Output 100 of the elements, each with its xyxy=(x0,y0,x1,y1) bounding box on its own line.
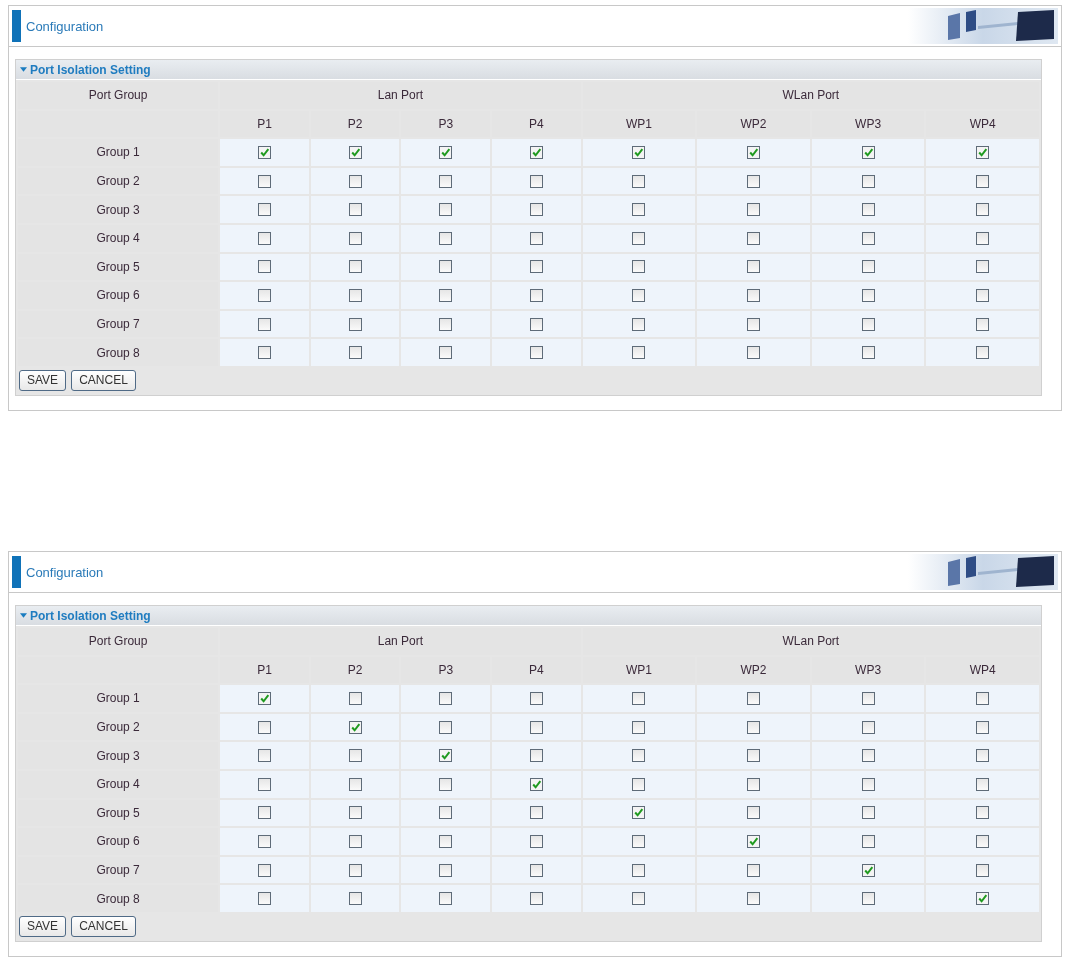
checkbox[interactable] xyxy=(976,720,990,734)
checkbox[interactable] xyxy=(258,146,271,159)
checkbox[interactable] xyxy=(632,692,646,705)
checkbox[interactable] xyxy=(747,146,760,159)
checkbox[interactable] xyxy=(861,146,875,159)
checkbox[interactable] xyxy=(439,346,453,360)
checkbox[interactable] xyxy=(258,863,271,877)
checkbox[interactable] xyxy=(529,777,543,791)
checkbox[interactable] xyxy=(439,834,453,848)
checkbox[interactable] xyxy=(348,834,362,848)
checkbox[interactable] xyxy=(439,146,453,159)
checkbox[interactable] xyxy=(258,203,271,217)
checkbox[interactable] xyxy=(632,777,646,791)
checkbox[interactable] xyxy=(861,720,875,734)
checkbox[interactable] xyxy=(439,317,453,331)
checkbox[interactable] xyxy=(258,806,271,820)
checkbox[interactable] xyxy=(747,346,760,360)
checkbox[interactable] xyxy=(747,203,760,217)
checkbox[interactable] xyxy=(747,692,760,705)
checkbox[interactable] xyxy=(529,720,543,734)
checkbox[interactable] xyxy=(258,317,271,331)
checkbox[interactable] xyxy=(861,317,875,331)
checkbox[interactable] xyxy=(976,346,990,360)
checkbox[interactable] xyxy=(976,260,990,274)
checkbox[interactable] xyxy=(348,288,362,302)
checkbox[interactable] xyxy=(439,749,453,763)
checkbox[interactable] xyxy=(258,288,271,302)
checkbox[interactable] xyxy=(348,806,362,820)
checkbox[interactable] xyxy=(861,231,875,245)
checkbox[interactable] xyxy=(258,174,271,188)
checkbox[interactable] xyxy=(632,892,646,906)
checkbox[interactable] xyxy=(861,203,875,217)
form-button[interactable]: SAVE xyxy=(19,915,67,937)
checkbox[interactable] xyxy=(861,260,875,274)
checkbox[interactable] xyxy=(529,288,543,302)
checkbox[interactable] xyxy=(529,317,543,331)
checkbox[interactable] xyxy=(861,892,875,906)
checkbox[interactable] xyxy=(632,231,646,245)
form-button[interactable]: SAVE xyxy=(19,369,67,391)
checkbox[interactable] xyxy=(747,863,760,877)
checkbox[interactable] xyxy=(258,260,271,274)
checkbox[interactable] xyxy=(348,749,362,763)
checkbox[interactable] xyxy=(348,174,362,188)
checkbox[interactable] xyxy=(976,288,990,302)
checkbox[interactable] xyxy=(747,288,760,302)
checkbox[interactable] xyxy=(632,749,646,763)
checkbox[interactable] xyxy=(976,146,990,159)
checkbox[interactable] xyxy=(439,288,453,302)
checkbox[interactable] xyxy=(861,834,875,848)
checkbox[interactable] xyxy=(747,834,760,848)
checkbox[interactable] xyxy=(861,174,875,188)
checkbox[interactable] xyxy=(976,863,990,877)
checkbox[interactable] xyxy=(632,317,646,331)
checkbox[interactable] xyxy=(976,203,990,217)
checkbox[interactable] xyxy=(976,749,990,763)
checkbox[interactable] xyxy=(348,203,362,217)
checkbox[interactable] xyxy=(976,806,990,820)
checkbox[interactable] xyxy=(861,749,875,763)
checkbox[interactable] xyxy=(439,692,453,705)
checkbox[interactable] xyxy=(439,260,453,274)
checkbox[interactable] xyxy=(348,146,362,159)
checkbox[interactable] xyxy=(632,720,646,734)
checkbox[interactable] xyxy=(258,892,271,906)
checkbox[interactable] xyxy=(747,174,760,188)
checkbox[interactable] xyxy=(632,863,646,877)
checkbox[interactable] xyxy=(348,231,362,245)
checkbox[interactable] xyxy=(632,260,646,274)
checkbox[interactable] xyxy=(529,749,543,763)
checkbox[interactable] xyxy=(529,146,543,159)
checkbox[interactable] xyxy=(976,317,990,331)
checkbox[interactable] xyxy=(439,892,453,906)
checkbox[interactable] xyxy=(348,317,362,331)
checkbox[interactable] xyxy=(632,203,646,217)
checkbox[interactable] xyxy=(632,346,646,360)
form-button[interactable]: CANCEL xyxy=(71,369,136,391)
checkbox[interactable] xyxy=(976,777,990,791)
checkbox[interactable] xyxy=(529,231,543,245)
checkbox[interactable] xyxy=(747,806,760,820)
checkbox[interactable] xyxy=(632,806,646,820)
checkbox[interactable] xyxy=(747,231,760,245)
checkbox[interactable] xyxy=(348,892,362,906)
checkbox[interactable] xyxy=(747,892,760,906)
checkbox[interactable] xyxy=(632,834,646,848)
checkbox[interactable] xyxy=(976,834,990,848)
form-button[interactable]: CANCEL xyxy=(71,915,136,937)
checkbox[interactable] xyxy=(529,203,543,217)
checkbox[interactable] xyxy=(976,174,990,188)
checkbox[interactable] xyxy=(348,720,362,734)
checkbox[interactable] xyxy=(529,834,543,848)
checkbox[interactable] xyxy=(632,288,646,302)
checkbox[interactable] xyxy=(861,692,875,705)
checkbox[interactable] xyxy=(439,203,453,217)
checkbox[interactable] xyxy=(861,806,875,820)
checkbox[interactable] xyxy=(258,692,271,705)
checkbox[interactable] xyxy=(632,174,646,188)
checkbox[interactable] xyxy=(258,231,271,245)
checkbox[interactable] xyxy=(632,146,646,159)
checkbox[interactable] xyxy=(439,863,453,877)
checkbox[interactable] xyxy=(258,720,271,734)
checkbox[interactable] xyxy=(976,692,990,705)
